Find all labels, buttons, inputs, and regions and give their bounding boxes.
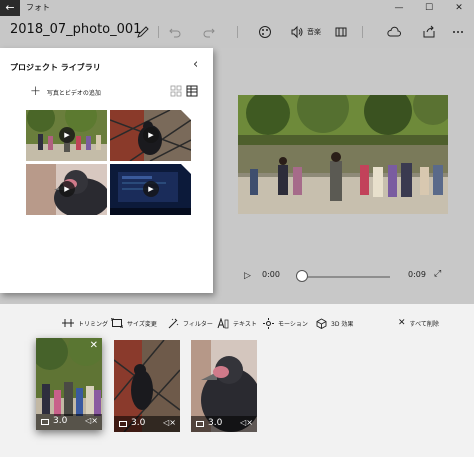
clip-info-bar: 3.0 ◁× <box>114 416 180 432</box>
trim-label: トリミング <box>78 320 109 328</box>
3d-effects-button[interactable]: 3D 効果 <box>316 317 353 329</box>
thumbnail-corner <box>181 164 191 174</box>
clip-duration[interactable]: 3.0 <box>208 418 222 428</box>
trim-icon <box>62 319 74 327</box>
seek-bar[interactable] <box>302 276 390 278</box>
remove-clip-button[interactable]: ✕ <box>90 340 98 351</box>
filters-label: フィルター <box>183 320 213 328</box>
fullscreen-button[interactable]: ⤢ <box>434 269 441 279</box>
clip-duration[interactable]: 3.0 <box>131 418 145 428</box>
project-library-panel: プロジェクト ライブラリ ‹ + 写真とビデオの追加 ▶ ▶ ▶ ▶ <box>0 48 213 293</box>
mute-icon[interactable]: ◁× <box>240 418 253 427</box>
resize-label: サイズ変更 <box>127 320 157 328</box>
library-title: プロジェクト ライブラリ <box>10 63 101 72</box>
motion-icon <box>263 317 274 329</box>
pencil-icon <box>137 26 149 38</box>
toolbar-divider <box>362 26 363 38</box>
duration-icon[interactable] <box>119 421 127 427</box>
toolbar-divider <box>158 26 159 38</box>
upload-button[interactable] <box>386 22 402 42</box>
window-title: フォト <box>26 3 50 12</box>
export-icon <box>423 25 435 38</box>
play-icon: ▶ <box>143 127 159 143</box>
project-title[interactable]: 2018_07_photo_001 <box>10 22 141 37</box>
total-time: 0:09 <box>408 270 426 279</box>
library-thumbnail-screen[interactable]: ▶ <box>110 164 191 215</box>
play-button[interactable]: ▷ <box>244 271 251 281</box>
speaker-icon <box>291 25 303 39</box>
theme-button[interactable] <box>258 22 272 42</box>
music-label: 音楽 <box>307 28 321 36</box>
list-view-icon[interactable] <box>186 85 198 97</box>
add-label: 写真とビデオの追加 <box>46 89 101 97</box>
motion-label: モーション <box>278 320 308 328</box>
app-toolbar: 2018_07_photo_001 音楽 <box>0 16 474 48</box>
minimize-button[interactable]: — <box>384 0 414 16</box>
remove-all-label: すべて削除 <box>409 320 439 328</box>
aspect-ratio-icon <box>335 27 347 37</box>
storyboard: ✕ 3.0 ◁× 3.0 ◁× 3.0 ◁× <box>0 338 474 457</box>
play-icon: ▶ <box>143 181 159 197</box>
collapse-library-button[interactable]: ‹ <box>193 57 198 72</box>
export-button[interactable] <box>422 22 436 42</box>
clip-info-bar: 3.0 ◁× <box>191 416 257 432</box>
storyboard-card-crow-fence[interactable]: 3.0 ◁× <box>114 340 180 432</box>
library-thumbnail-crow-closeup[interactable]: ▶ <box>26 164 107 215</box>
remove-all-button[interactable]: ✕ すべて削除 <box>398 317 439 329</box>
redo-button[interactable] <box>202 22 216 42</box>
mute-icon[interactable]: ◁× <box>163 418 176 427</box>
window-titlebar: ← フォト — ☐ ✕ <box>0 0 474 16</box>
more-options-button[interactable] <box>452 22 464 42</box>
undo-icon <box>169 28 181 38</box>
undo-button[interactable] <box>168 22 182 42</box>
filters-icon <box>168 318 179 328</box>
window-controls: — ☐ ✕ <box>384 0 474 16</box>
palette-icon <box>259 26 271 38</box>
storyboard-card-crow-closeup[interactable]: 3.0 ◁× <box>191 340 257 432</box>
redo-icon <box>203 28 215 38</box>
play-icon: ▶ <box>59 181 75 197</box>
toolbar-divider <box>237 26 238 38</box>
clip-duration[interactable]: 3.0 <box>53 416 67 426</box>
trim-button[interactable]: トリミング <box>62 317 108 329</box>
mute-icon[interactable]: ◁× <box>85 416 98 425</box>
background-music-button[interactable]: 音楽 <box>290 22 321 42</box>
3d-effects-icon <box>316 317 327 329</box>
close-window-button[interactable]: ✕ <box>444 0 474 16</box>
text-icon <box>217 317 229 328</box>
close-icon: ✕ <box>398 318 406 328</box>
maximize-button[interactable]: ☐ <box>414 0 444 16</box>
resize-icon <box>111 318 123 328</box>
aspect-ratio-button[interactable] <box>334 22 348 42</box>
duration-icon[interactable] <box>196 421 204 427</box>
plus-icon: + <box>30 84 41 99</box>
clip-info-bar: 3.0 ◁× <box>36 414 102 430</box>
back-button[interactable]: ← <box>0 0 20 16</box>
filters-button[interactable]: フィルター <box>168 317 213 329</box>
thumbnail-corner <box>181 110 191 120</box>
text-label: テキスト <box>233 320 257 328</box>
cloud-icon <box>387 26 401 37</box>
edit-toolbar: トリミング サイズ変更 フィルター テキスト モーション 3D 効果 ✕ すべて… <box>0 304 474 338</box>
seek-thumb[interactable] <box>296 270 308 282</box>
resize-button[interactable]: サイズ変更 <box>111 317 157 329</box>
current-time: 0:00 <box>262 270 280 279</box>
video-preview[interactable] <box>238 95 448 214</box>
zoo-scene-image <box>238 95 448 214</box>
storyboard-card-crowd[interactable]: ✕ 3.0 ◁× <box>36 338 102 430</box>
playback-controls: ▷ 0:00 0:09 ⤢ <box>238 268 448 284</box>
3d-effects-label: 3D 効果 <box>331 320 354 328</box>
play-icon: ▶ <box>59 127 75 143</box>
rename-button[interactable] <box>136 22 150 42</box>
text-button[interactable]: テキスト <box>217 317 257 329</box>
library-thumbnail-crowd[interactable]: ▶ <box>26 110 107 161</box>
duration-icon[interactable] <box>41 419 49 425</box>
library-thumbnail-crow-fence[interactable]: ▶ <box>110 110 191 161</box>
grid-view-icon[interactable] <box>170 85 182 97</box>
add-photos-videos-button[interactable]: + 写真とビデオの追加 <box>30 85 101 99</box>
motion-button[interactable]: モーション <box>263 317 308 329</box>
more-icon <box>453 31 463 33</box>
